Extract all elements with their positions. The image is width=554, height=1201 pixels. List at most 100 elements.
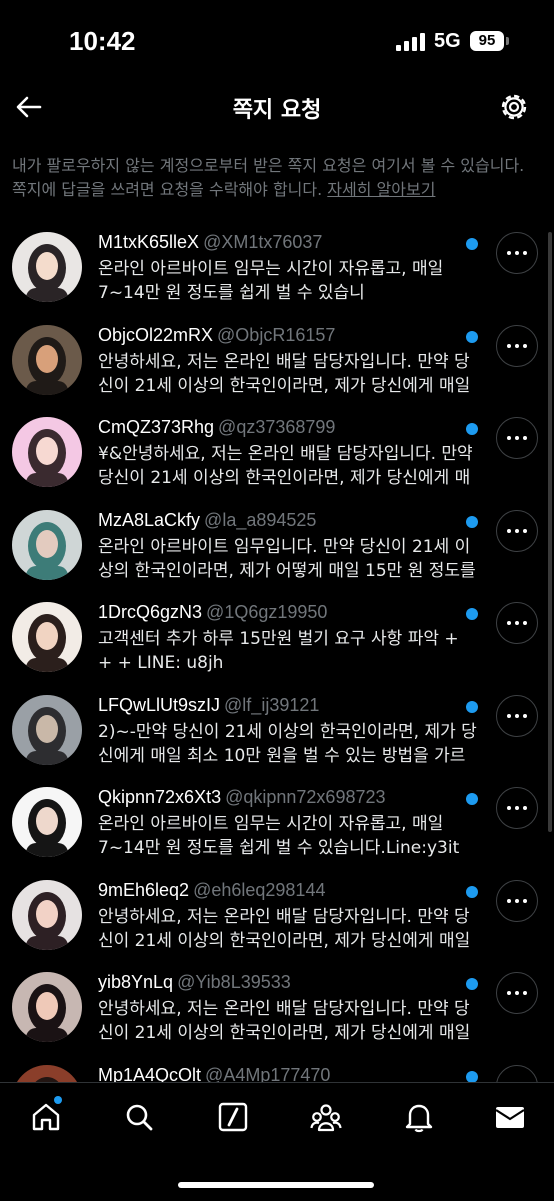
more-dot <box>507 898 511 903</box>
home-icon[interactable] <box>30 1101 62 1133</box>
message-preview: 온라인 아르바이트 임무는 시간이 자유롭고, 매일 7~14만 원 정도를 쉽… <box>98 259 444 303</box>
more-dot <box>523 806 527 810</box>
more-dot <box>523 436 527 440</box>
more-options-button[interactable] <box>496 972 538 1014</box>
more-options-button[interactable] <box>496 232 538 274</box>
handle: @XM1tx76037 <box>203 232 323 252</box>
communities-icon[interactable] <box>310 1101 342 1133</box>
display-name: LFQwLlUt9szIJ <box>98 694 221 715</box>
avatar[interactable] <box>12 417 82 487</box>
search-icon[interactable] <box>123 1101 155 1133</box>
more-dot <box>507 991 511 995</box>
more-options-button[interactable] <box>496 694 538 737</box>
message-preview: 안녕하세요, 저는 온라인 배달 담당자입니다. 만약 당신이 21세 이상의 … <box>98 999 471 1043</box>
more-dot <box>515 251 519 255</box>
more-dot <box>507 251 511 255</box>
more-dot <box>515 343 519 348</box>
handle: @qkipnn72x698723 <box>225 787 386 807</box>
more-dot <box>523 621 527 625</box>
avatar[interactable] <box>12 509 82 580</box>
name-line: M1txK65lleX @XM1tx76037 <box>98 232 466 253</box>
request-row[interactable]: 9mEh6leq2 @eh6leq298144 안녕하세요, 저는 온라인 배달 담… <box>0 874 554 967</box>
battery-icon: 95 <box>470 31 504 51</box>
request-row[interactable]: M1txK65lleX @XM1tx76037 온라인 아르바이트 임무는 시간이 … <box>0 226 554 319</box>
more-dot <box>515 898 519 903</box>
avatar[interactable] <box>12 602 82 672</box>
more-dot <box>515 528 519 533</box>
request-row[interactable]: Qkipnn72x6Xt3 @qkipnn72x698723 온라인 아르바이트 임… <box>0 781 554 874</box>
unread-dot <box>466 423 478 435</box>
name-line: CmQZ373Rhg @qz37368799 <box>98 417 466 438</box>
unread-dot <box>466 1070 478 1083</box>
name-line: MzA8LaCkfy @la_a894525 <box>98 510 466 531</box>
name-line: LFQwLlUt9szIJ @lf_ij39121 <box>98 695 466 716</box>
notice-text: 내가 팔로우하지 않는 계정으로부터 받은 쪽지 요청은 여기서 볼 수 있습니… <box>12 156 525 199</box>
more-options-button[interactable] <box>496 417 538 459</box>
learn-more-link[interactable]: 자세히 알아보기 <box>327 180 435 199</box>
display-name: MzA8LaCkfy <box>98 509 201 530</box>
message-preview: 온라인 아르바이트 임무는 시간이 자유롭고, 매일 7~14만 원 정도를 쉽… <box>98 814 460 858</box>
messages-icon[interactable] <box>494 1101 526 1133</box>
more-dot <box>507 621 511 625</box>
display-name: 9mEh6leq2 <box>98 879 190 900</box>
gear-icon[interactable] <box>498 91 530 123</box>
header: 쪽지 요청 <box>0 80 554 136</box>
more-options-button[interactable] <box>496 509 538 552</box>
more-dot <box>515 621 519 625</box>
handle: @Yib8L39533 <box>177 972 291 992</box>
unread-dot <box>466 608 478 620</box>
name-line: Qkipnn72x6Xt3 @qkipnn72x698723 <box>98 787 466 808</box>
scrollbar[interactable] <box>548 232 552 832</box>
display-name: yib8YnLq <box>98 972 174 992</box>
avatar[interactable] <box>12 972 82 1042</box>
message-preview: ¥&안녕하세요, 저는 온라인 배달 담당자입니다. 만약 당신이 21세 이상… <box>98 444 473 488</box>
handle: @1Q6gz19950 <box>206 602 328 622</box>
battery-tip <box>506 37 509 45</box>
notifications-icon[interactable] <box>403 1101 435 1133</box>
request-row[interactable]: LFQwLlUt9szIJ @lf_ij39121 2)~-만약 당신이 21세 이… <box>0 689 554 782</box>
more-dot <box>507 806 511 810</box>
more-options-button[interactable] <box>496 324 538 367</box>
message-preview: 고객센터 추가 하루 15만원 벌기 요구 사항 파악 + + + LINE: … <box>98 629 459 673</box>
request-row[interactable]: MzA8LaCkfy @la_a894525 온라인 아르바이트 임무입니다. 만약… <box>0 504 554 597</box>
unread-dot <box>466 515 478 528</box>
status-time: 10:42 <box>69 26 136 56</box>
tab-bar <box>0 1082 554 1201</box>
more-options-button[interactable] <box>496 787 538 829</box>
more-dot <box>515 713 519 718</box>
avatar[interactable] <box>12 787 82 857</box>
more-dot <box>523 991 527 995</box>
network-label: 5G <box>434 30 461 52</box>
message-preview: 온라인 아르바이트 임무입니다. 만약 당신이 21세 이상의 한국인이라면, … <box>98 536 476 581</box>
name-line: yib8YnLq @Yib8L39533 <box>98 972 466 993</box>
request-row[interactable]: yib8YnLq @Yib8L39533 안녕하세요, 저는 온라인 배달 담당자입… <box>0 966 554 1059</box>
more-dot <box>523 713 527 718</box>
more-dot <box>515 991 519 995</box>
avatar[interactable] <box>12 879 82 950</box>
unread-dot <box>466 978 478 990</box>
grok-icon[interactable] <box>217 1101 249 1133</box>
avatar[interactable] <box>12 232 82 302</box>
more-dot <box>523 528 527 533</box>
name-line: 9mEh6leq2 @eh6leq298144 <box>98 880 466 901</box>
display-name: M1txK65lleX <box>98 232 200 252</box>
handle: @la_a894525 <box>204 509 317 530</box>
message-preview: 안녕하세요, 저는 온라인 배달 담당자입니다. 만약 당신이 21세 이상의 … <box>98 351 471 396</box>
more-dot <box>515 436 519 440</box>
unread-dot <box>466 330 478 343</box>
more-options-button[interactable] <box>496 879 538 922</box>
handle: @eh6leq298144 <box>193 879 326 900</box>
unread-dot <box>466 238 478 250</box>
avatar[interactable] <box>12 324 82 395</box>
more-dot <box>523 251 527 255</box>
request-row[interactable]: 1DrcQ6gzN3 @1Q6gz19950 고객센터 추가 하루 15만원 벌기 … <box>0 596 554 689</box>
request-row[interactable]: ObjcOl22mRX @ObjcR16157 안녕하세요, 저는 온라인 배달 담… <box>0 319 554 412</box>
request-row[interactable]: CmQZ373Rhg @qz37368799 ¥&안녕하세요, 저는 온라인 배달 … <box>0 411 554 504</box>
more-dot <box>507 713 511 718</box>
requests-notice: 내가 팔로우하지 않는 계정으로부터 받은 쪽지 요청은 여기서 볼 수 있습니… <box>12 154 544 202</box>
handle: @ObjcR16157 <box>217 324 336 345</box>
status-bar: 10:42 5G 95 <box>0 0 554 80</box>
more-options-button[interactable] <box>496 602 538 644</box>
avatar[interactable] <box>12 694 82 765</box>
more-dot <box>515 806 519 810</box>
